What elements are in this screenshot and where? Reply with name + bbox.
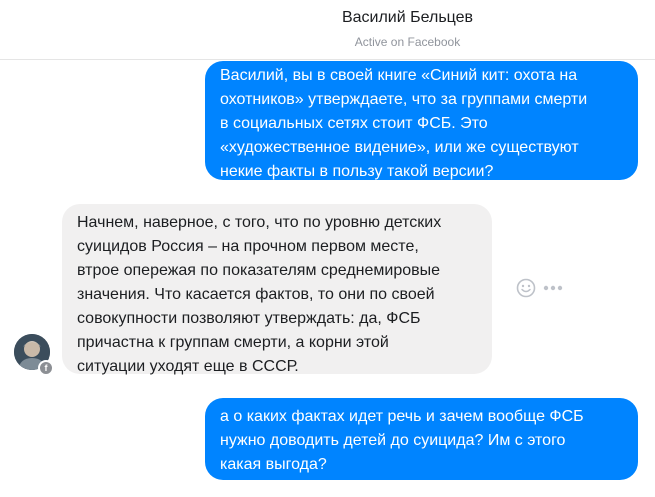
facebook-badge-icon: f [38, 360, 54, 376]
message-line: причастна к группам смерти, а корни этой [77, 334, 389, 351]
messenger-conversation: Василий Бельцев Active on Facebook Васил… [0, 0, 655, 497]
message-line: нужно доводить детей до суицида? Им с эт… [220, 432, 566, 449]
message-line: значения. Что касается фактов, то они по… [77, 286, 435, 303]
message-line: ситуации уходят еще в СССР. [77, 358, 299, 375]
message-line: суицидов Россия – на прочном первом мест… [77, 238, 419, 255]
message-line: Начнем, наверное, с того, что по уровню … [77, 214, 442, 231]
message-line: «художественное видение», или же существ… [220, 139, 579, 156]
smiley-icon[interactable] [516, 278, 536, 298]
message-line: некие факты в пользу такой версии? [220, 163, 494, 180]
outgoing-message-bubble[interactable]: а о каких фактах идет речь и зачем вообщ… [205, 398, 638, 480]
active-status: Active on Facebook [354, 35, 461, 49]
message-line: Василий, вы в своей книге «Синий кит: ох… [220, 67, 578, 84]
message-actions [516, 277, 564, 299]
message-line: втрое опережая по показателям среднемиро… [77, 262, 441, 279]
incoming-message-bubble[interactable]: Начнем, наверное, с того, что по уровню … [62, 204, 492, 375]
message-line: в социальных сетях стоит ФСБ. Это [220, 115, 488, 132]
message-line: охотников» утверждаете, что за группами … [220, 91, 588, 108]
outgoing-message-bubble[interactable]: Василий, вы в своей книге «Синий кит: ох… [205, 61, 638, 180]
message-line: какая выгода? [220, 456, 327, 473]
conversation-header: Василий Бельцев Active on Facebook [0, 0, 655, 60]
message-line: а о каких фактах идет речь и зачем вообщ… [220, 408, 584, 425]
message-line: совокупности позволяют утверждать: да, Ф… [77, 310, 421, 327]
more-options-icon[interactable] [542, 284, 564, 292]
contact-name[interactable]: Василий Бельцев [0, 9, 655, 27]
